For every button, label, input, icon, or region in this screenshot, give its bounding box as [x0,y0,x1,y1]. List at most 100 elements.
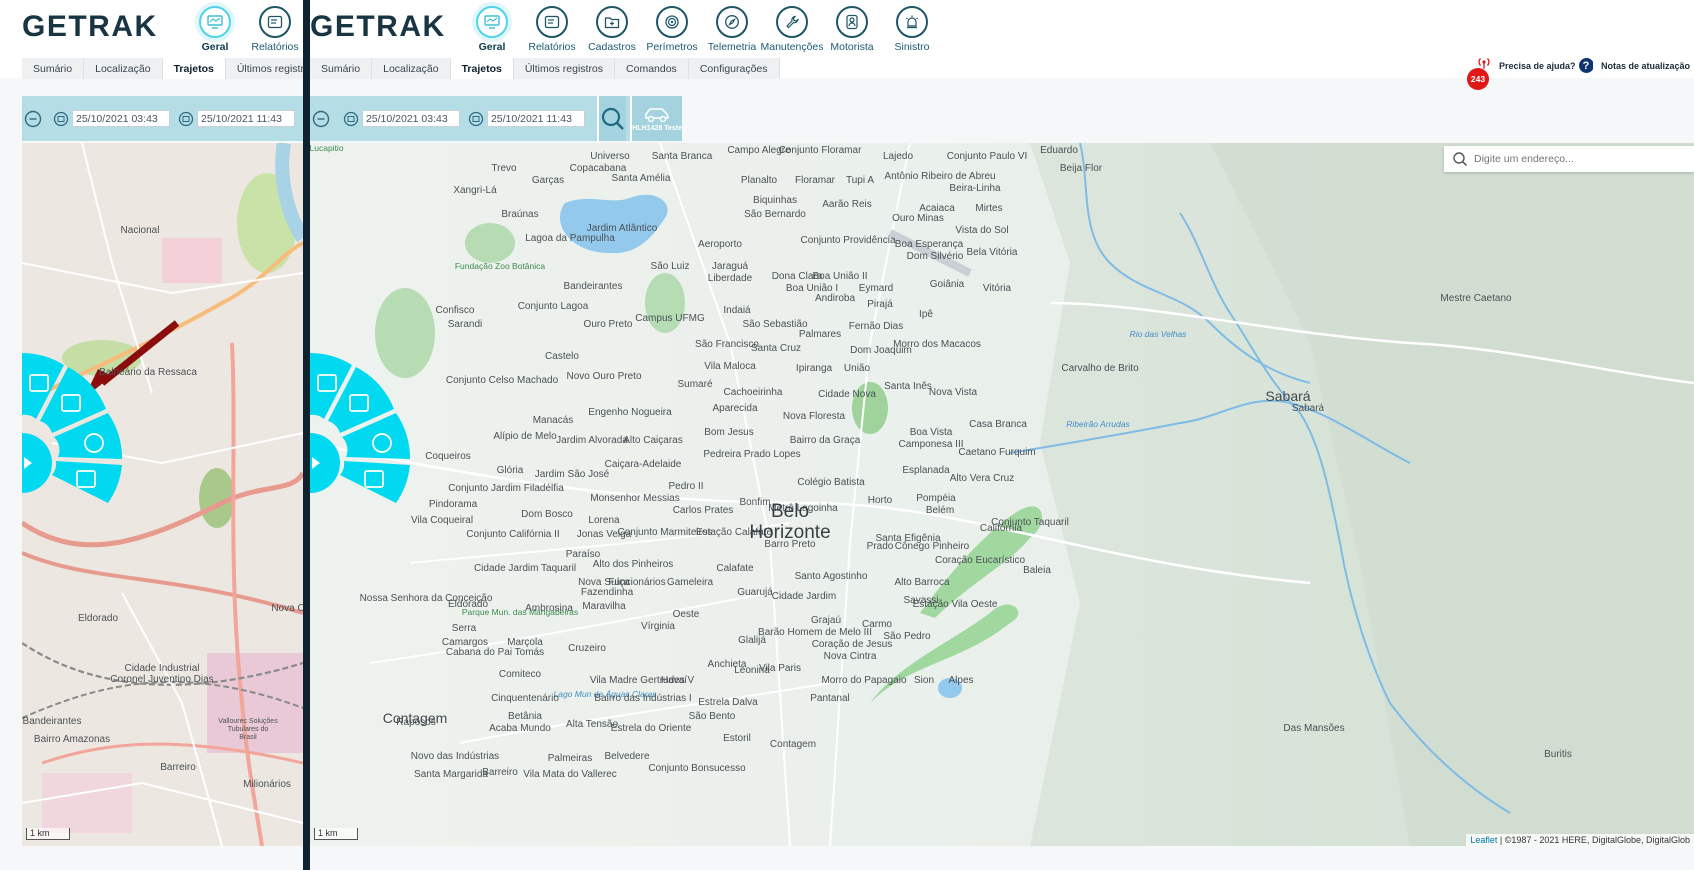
date-start-input[interactable] [361,110,460,127]
nav-item-motorista[interactable]: Motorista [822,2,882,53]
tab-localizacao[interactable]: Localização [372,58,451,79]
date-start-input-left[interactable] [72,110,170,127]
monitor-icon [476,6,508,38]
map-label: Aparecida [712,403,758,414]
nav-item-perimetros[interactable]: Perímetros [642,2,702,53]
map-label: Mata de Lucapitio [310,143,344,153]
map-label: Vila Coqueiral [410,515,474,526]
main-map[interactable]: Universo Copacabana Santa Amélia Santa Bran… [310,143,1694,846]
map-label: São Sebastião [742,319,808,330]
help-link[interactable]: Precisa de ajuda? ? [1499,58,1594,73]
search-route-button[interactable] [596,96,627,141]
search-icon [1453,152,1468,167]
tab-localizacao-left[interactable]: Localização [84,58,163,79]
nav-item-telemetria[interactable]: Telemetria [702,2,762,53]
map-label: Floramar [794,175,836,186]
nav-item-relatorios-left[interactable]: Relatórios [245,2,303,53]
nav-item-relatorios[interactable]: Relatórios [522,2,582,53]
nav-item-manutencoes[interactable]: Manutenções [760,2,824,53]
logo[interactable]: GETRAK [22,6,160,46]
update-notes-button[interactable]: Notas de atualização [1593,54,1694,78]
map-label: Conjunto Floramar [778,145,862,156]
map-label: Lajedo [882,151,914,162]
address-search-input[interactable] [1474,153,1684,165]
nav-label: Manutenções [760,41,824,53]
map-label: Casa Branca [969,419,1027,430]
map-label: Santo Agostinho [794,571,868,582]
vehicle-select-button[interactable]: HLH1428 Teste [630,96,682,141]
map-label: Santa Inês [884,381,932,392]
nav-item-sinistro[interactable]: Sinistro [882,2,942,53]
map-label: Camponesa III [898,439,964,450]
map-label: Estoril [723,733,751,744]
map-label: Ribeirão Arrudas [1066,419,1130,429]
nav-item-cadastros[interactable]: Cadastros [582,2,642,53]
tab-ultimos-registros-left[interactable]: Últimos registros [225,58,303,79]
map-label: Santa Amélia [611,173,671,184]
map-label: Caiçara-Adelaide [604,459,682,470]
map-label: Conjunto Califórnia II [466,529,560,540]
left-map[interactable]: Nacional Balneário da Ressaca Eldorado N… [22,143,303,846]
logo[interactable]: GETRAK [310,6,460,46]
map-label: Palmares [798,329,842,340]
tab-ultimos-registros[interactable]: Últimos registros [513,58,616,79]
map-label: Coração de Jesus [811,639,893,650]
map-label: Comiteco [498,669,542,680]
wrench-icon [776,6,808,38]
map-label: Serra [451,623,477,634]
map-label: Santa Branca [651,151,713,162]
tab-trajetos[interactable]: Trajetos [450,58,514,79]
tab-sumario[interactable]: Sumário [310,58,373,79]
tab-configuracoes[interactable]: Configurações [688,58,780,79]
leaflet-link[interactable]: Leaflet [1470,835,1497,845]
tab-trajetos-left[interactable]: Trajetos [162,58,226,79]
monitor-icon [199,6,231,38]
tab-comandos[interactable]: Comandos [615,58,689,79]
map-label: Campus UFMG [635,313,705,324]
map-label: Cidade Nova [818,389,876,400]
map-label: Tupi A [846,175,874,186]
map-label: Alto Vera Cruz [949,473,1015,484]
nav-label: Relatórios [528,41,576,53]
map-label: Lorena [588,515,620,526]
city-label: Contagem [382,710,448,726]
map-label: Cidade Jardim Taquaril [473,563,577,574]
map-label: Aarão Reis [822,199,872,210]
map-label: Cidade Industrial Coronel Juventino Dias [110,663,214,685]
map-label: Gameleira [666,577,714,588]
map-label: Engenho Nogueira [588,407,672,418]
tab-sumario-left[interactable]: Sumário [22,58,85,79]
date-end-input-left[interactable] [197,110,295,127]
map-label: Vallourec Soluções Tubulares do Brasil [218,718,278,741]
main-toolbar: HLH1428 Teste [310,96,682,141]
main-nav: Geral Relatórios Cadastros Perímetros Te… [462,2,942,53]
nav-item-geral[interactable]: Geral [462,2,522,53]
main-radial-menu[interactable] [310,353,420,513]
map-label: Aeroporto [698,239,742,250]
map-label: Glória [496,465,524,476]
calendar-icon [178,111,194,126]
date-end-input[interactable] [486,110,585,127]
map-label: Boa Esperança [894,239,964,250]
map-label: Morro do Papagaio [821,675,907,686]
collapse-button[interactable] [310,96,333,141]
nav-item-geral-left[interactable]: Geral [185,2,245,53]
nav-label: Perímetros [646,41,698,53]
map-label: Confisco [435,305,475,316]
map-label: Mirtes [975,203,1003,214]
map-label: Havaí [660,675,688,686]
map-label: Liberdade [707,273,753,284]
minus-circle-icon [313,110,330,127]
collapse-button-left[interactable] [22,96,43,141]
map-label: Barão Homem de Melo III [758,627,872,638]
map-label: Monsenhor Messias [590,493,680,504]
notifications[interactable]: 243 [1467,56,1495,90]
map-label: Vista do Sol [955,225,1009,236]
left-radial-menu[interactable] [22,353,132,513]
folder-plus-icon [596,6,628,38]
map-label: Conjunto Paulo VI [946,151,1028,162]
map-label: Nova Cintra [823,651,877,662]
attribution-text: | ©1987 - 2021 HERE, DigitalGlobe, Digit… [1497,835,1690,845]
map-label: Calafate [716,563,754,574]
map-label: Beira-Linha [949,183,1001,194]
